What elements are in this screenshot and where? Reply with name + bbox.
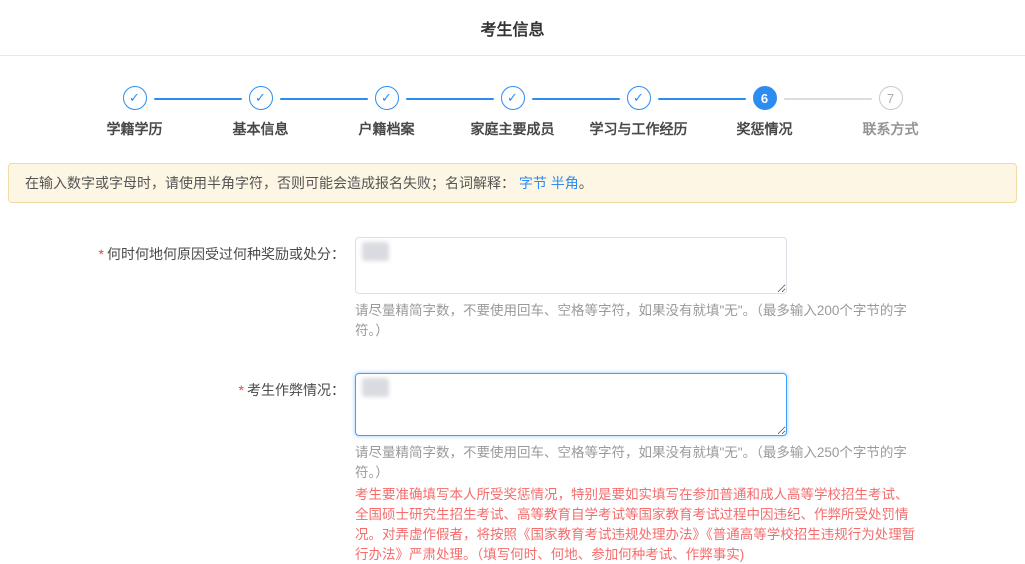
notice-text: 在输入数字或字母时，请使用半角字符，否则可能会造成报名失败；名词解释： [25,175,515,191]
reward-punishment-row: *何时何地何原因受过何种奖励或处分： 请尽量精简字数，不要使用回车、空格等字符，… [0,237,1025,341]
step-5: ✓ 学习与工作经历 [576,86,702,139]
step-label: 学籍学历 [107,119,163,139]
reward-punishment-label: *何时何地何原因受过何种奖励或处分： [0,237,355,341]
notice-suffix: 。 [579,175,593,191]
page-header: 考生信息 [0,0,1025,56]
reward-punishment-textarea[interactable] [355,237,787,294]
cheating-content: 请尽量精简字数，不要使用回车、空格等字符，如果没有就填"无"。（最多输入250个… [355,373,917,564]
page-title: 考生信息 [480,16,544,40]
step-6: 6 奖惩情况 [702,86,828,139]
cheating-textarea[interactable] [355,373,787,436]
check-icon: ✓ [123,86,147,110]
cheating-label-text: 考生作弊情况： [247,382,345,398]
step-3: ✓ 户籍档案 [324,86,450,139]
step-2: ✓ 基本信息 [198,86,324,139]
notice-banner: 在输入数字或字母时，请使用半角字符，否则可能会造成报名失败；名词解释： 字节 半… [8,163,1017,203]
cheating-row: *考生作弊情况： 请尽量精简字数，不要使用回车、空格等字符，如果没有就填"无"。… [0,373,1025,564]
awards-punishments-form: *何时何地何原因受过何种奖励或处分： 请尽量精简字数，不要使用回车、空格等字符，… [0,237,1025,564]
check-icon: ✓ [501,86,525,110]
reward-punishment-content: 请尽量精简字数，不要使用回车、空格等字符，如果没有就填"无"。（最多输入200个… [355,237,917,341]
cheating-label: *考生作弊情况： [0,373,355,564]
step-label: 户籍档案 [359,119,415,139]
reward-punishment-textarea-wrap [355,237,787,294]
step-number: 7 [879,86,903,110]
required-asterisk: * [99,246,104,262]
check-icon: ✓ [627,86,651,110]
check-icon: ✓ [249,86,273,110]
step-label: 基本信息 [233,119,289,139]
redacted-content [362,242,389,261]
step-7: 7 联系方式 [828,86,954,139]
cheating-warning-text: 考生要准确填写本人所受奖惩情况，特别是要如实填写在参加普通和成人高等学校招生考试… [355,485,917,564]
step-label: 家庭主要成员 [471,119,555,139]
step-1: ✓ 学籍学历 [72,86,198,139]
candidate-info-page: 考生信息 ✓ 学籍学历 ✓ 基本信息 ✓ 户籍档案 ✓ 家庭主要成员 ✓ 学习与工作经历 6 奖惩情况… [0,0,1025,564]
reward-punishment-label-text: 何时何地何原因受过何种奖励或处分： [107,246,345,262]
glossary-link-halfwidth[interactable]: 半角 [551,175,579,191]
glossary-link-byte[interactable]: 字节 [519,175,547,191]
step-label: 学习与工作经历 [590,119,688,139]
cheating-textarea-wrap [355,373,787,436]
check-icon: ✓ [375,86,399,110]
redacted-content [362,378,389,397]
required-asterisk: * [239,382,244,398]
step-4: ✓ 家庭主要成员 [450,86,576,139]
step-label: 奖惩情况 [737,119,793,139]
reward-punishment-helper: 请尽量精简字数，不要使用回车、空格等字符，如果没有就填"无"。（最多输入200个… [355,301,917,341]
stepper: ✓ 学籍学历 ✓ 基本信息 ✓ 户籍档案 ✓ 家庭主要成员 ✓ 学习与工作经历 6 奖惩情况 7 联系方式 [0,86,1025,139]
cheating-helper: 请尽量精简字数，不要使用回车、空格等字符，如果没有就填"无"。（最多输入250个… [355,443,917,483]
step-label: 联系方式 [863,119,919,139]
step-number: 6 [753,86,777,110]
